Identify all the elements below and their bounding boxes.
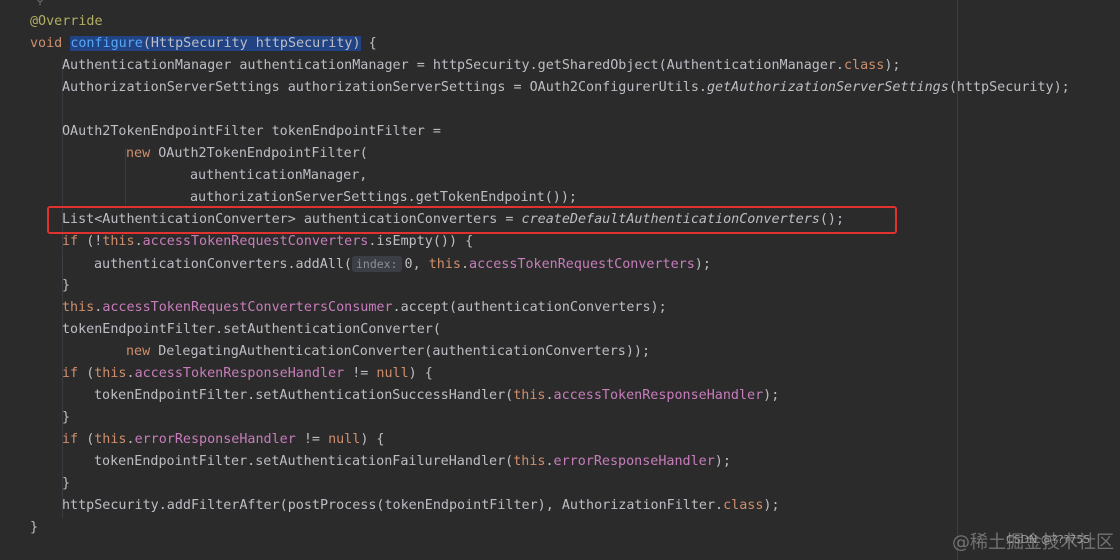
code-token: .isEmpty()) {: [368, 234, 474, 249]
code-line[interactable]: authenticationManager,: [190, 165, 367, 187]
code-token: errorResponseHandler: [553, 454, 715, 469]
code-token: DelegatingAuthenticationConverter(authen…: [158, 344, 651, 359]
code-token: );: [714, 454, 731, 469]
code-token: accessTokenResponseHandler: [134, 366, 345, 381]
code-token: tokenEndpointFilter.setAuthenticationFai…: [94, 454, 514, 469]
code-token: if: [62, 432, 87, 447]
code-line[interactable]: if (!this.accessTokenRequestConverters.i…: [62, 231, 473, 253]
code-token: (!: [86, 234, 103, 249]
watermark-sub: CSDN @???755: [1006, 533, 1091, 546]
code-line[interactable]: if (this.errorResponseHandler != null) {: [62, 429, 385, 451]
code-token: if: [62, 366, 87, 381]
code-token: AuthorizationServerSettings authorizatio…: [62, 80, 707, 95]
code-token: this: [94, 432, 127, 447]
code-token: configure: [70, 36, 143, 51]
code-token: .: [126, 366, 135, 381]
code-token: (HttpSecurity httpSecurity): [142, 36, 361, 51]
code-token: OAuth2TokenEndpointFilter tokenEndpointF…: [62, 124, 441, 139]
code-token: OAuth2TokenEndpointFilter(: [158, 146, 368, 161]
code-token: if: [62, 234, 87, 249]
code-token: getAuthorizationServerSettings: [706, 80, 949, 95]
code-token: authorizationServerSettings.getTokenEndp…: [190, 190, 577, 205]
code-token: null: [376, 366, 409, 381]
code-token: tokenEndpointFilter.setAuthenticationSuc…: [94, 388, 514, 403]
code-token: this: [513, 454, 546, 469]
code-token: errorResponseHandler: [134, 432, 296, 447]
watermark: @稀土掘金技术社区 CSDN @???755: [952, 528, 1114, 554]
parameter-hint: index:: [351, 256, 402, 272]
code-token: this: [94, 366, 127, 381]
code-token: class: [844, 58, 885, 73]
code-line[interactable]: }: [30, 517, 38, 539]
code-token: );: [694, 257, 711, 272]
code-token: this: [513, 388, 546, 403]
code-token: AuthenticationManager authenticationMana…: [62, 58, 844, 73]
code-token: this: [62, 300, 95, 315]
code-line[interactable]: httpSecurity.addFilterAfter(postProcess(…: [62, 495, 780, 517]
code-line[interactable]: this.accessTokenRequestConvertersConsume…: [62, 297, 667, 319]
highlight-annotation-box: [47, 206, 897, 234]
code-token: @Override: [30, 14, 103, 29]
code-token: authenticationConverters.addAll(: [94, 257, 352, 272]
code-token: null: [328, 432, 361, 447]
code-line[interactable]: OAuth2TokenEndpointFilter tokenEndpointF…: [62, 121, 441, 143]
code-line[interactable]: tokenEndpointFilter.setAuthenticationFai…: [94, 451, 731, 473]
code-token: }: [62, 410, 71, 425]
code-token: authenticationManager,: [190, 168, 368, 183]
code-token: class: [723, 498, 764, 513]
code-line[interactable]: }: [62, 407, 70, 429]
code-token: .: [545, 388, 554, 403]
code-token: );: [763, 388, 780, 403]
code-token: }: [62, 278, 71, 293]
code-token: accessTokenRequestConvertersConsumer: [102, 300, 393, 315]
gutter-usage-icon: ⚲: [36, 0, 45, 7]
code-token: .: [545, 454, 554, 469]
code-line[interactable]: AuthenticationManager authenticationMana…: [62, 55, 900, 77]
code-token: ) {: [360, 432, 385, 447]
code-token: }: [30, 520, 39, 535]
code-token: .: [126, 432, 135, 447]
code-token: }: [62, 476, 71, 491]
code-token: void: [30, 36, 71, 51]
code-token: accessTokenResponseHandler: [553, 388, 764, 403]
code-token: .: [134, 234, 143, 249]
code-line[interactable]: if (this.accessTokenResponseHandler != n…: [62, 363, 433, 385]
code-line[interactable]: void configure(HttpSecurity httpSecurity…: [30, 33, 377, 55]
code-token: tokenEndpointFilter.setAuthenticationCon…: [62, 322, 441, 337]
code-line[interactable]: authenticationConverters.addAll(index: 0,…: [94, 253, 711, 275]
code-token: .accept(authenticationConverters);: [392, 300, 667, 315]
code-line[interactable]: tokenEndpointFilter.setAuthenticationSuc…: [94, 385, 779, 407]
code-token: 0,: [404, 257, 429, 272]
code-token: new: [126, 146, 159, 161]
code-token: (httpSecurity);: [948, 80, 1070, 95]
code-token: this: [428, 257, 461, 272]
code-token: ) {: [408, 366, 433, 381]
code-token: accessTokenRequestConverters: [142, 234, 369, 249]
code-token: this: [102, 234, 135, 249]
code-token: !=: [344, 366, 377, 381]
code-token: {: [360, 36, 377, 51]
code-token: );: [763, 498, 780, 513]
code-line[interactable]: @Override: [30, 11, 103, 33]
code-token: .: [460, 257, 470, 272]
code-line[interactable]: tokenEndpointFilter.setAuthenticationCon…: [62, 319, 441, 341]
code-editor[interactable]: ⚲ @Override void configure(HttpSecurity …: [0, 0, 1120, 560]
code-line[interactable]: AuthorizationServerSettings authorizatio…: [62, 77, 1070, 99]
code-token: !=: [295, 432, 329, 447]
code-line[interactable]: }: [62, 473, 70, 495]
code-token: );: [884, 58, 901, 73]
code-line[interactable]: new OAuth2TokenEndpointFilter(: [126, 143, 368, 165]
code-line[interactable]: }: [62, 275, 70, 297]
code-token: accessTokenRequestConverters: [469, 257, 695, 272]
code-line[interactable]: new DelegatingAuthenticationConverter(au…: [126, 341, 650, 363]
code-token: httpSecurity.addFilterAfter(postProcess(…: [62, 498, 724, 513]
code-token: new: [126, 344, 159, 359]
